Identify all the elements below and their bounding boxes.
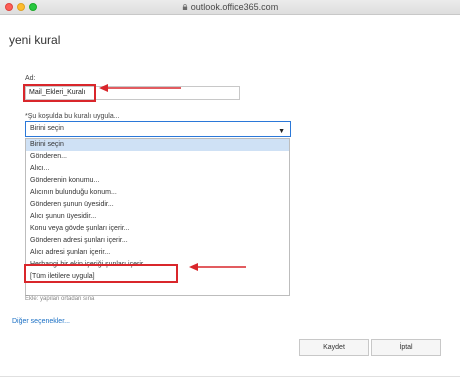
annotation-box-name [23,84,96,102]
chevron-down-icon: ▼ [278,128,285,135]
dropdown-option[interactable]: Gönderen şunun üyesidir... [26,199,289,211]
cancel-button[interactable]: İptal [371,339,441,356]
dropdown-option[interactable]: Birini seçin [26,139,289,151]
dropdown-option[interactable]: Konu veya gövde şunları içerir... [26,223,289,235]
page-title: yeni kural [9,33,61,47]
obscured-text: Ekle: yapılan ortadan sına [25,296,95,302]
dropdown-option[interactable]: Alıcının bulunduğu konum... [26,187,289,199]
dropdown-option[interactable]: Alıcı şunun üyesidir... [26,211,289,223]
dropdown-option[interactable]: Alıcı... [26,163,289,175]
dropdown-option[interactable]: Gönderen... [26,151,289,163]
annotation-arrow-name [99,84,181,92]
dropdown-option[interactable]: Alıcı adresi şunları içerir... [26,247,289,259]
browser-titlebar: outlook.office365.com [0,0,460,15]
save-button[interactable]: Kaydet [299,339,369,356]
condition-select[interactable]: Birini seçin ▼ [25,121,291,137]
condition-select-value: Birini seçin [30,125,64,132]
lock-icon [182,4,187,10]
annotation-arrow-option [189,263,246,271]
address-bar[interactable]: outlook.office365.com [0,1,460,13]
annotation-box-option [24,264,178,283]
name-label: Ad: [25,75,36,82]
dropdown-option[interactable]: Gönderenin konumu... [26,175,289,187]
dropdown-option[interactable]: Gönderen adresi şunları içerir... [26,235,289,247]
condition-label: *Şu koşulda bu kuralı uygula... [25,113,120,120]
url-text: outlook.office365.com [190,2,279,12]
more-options-link[interactable]: Diğer seçenekler... [12,318,70,325]
bottom-divider [0,376,460,377]
